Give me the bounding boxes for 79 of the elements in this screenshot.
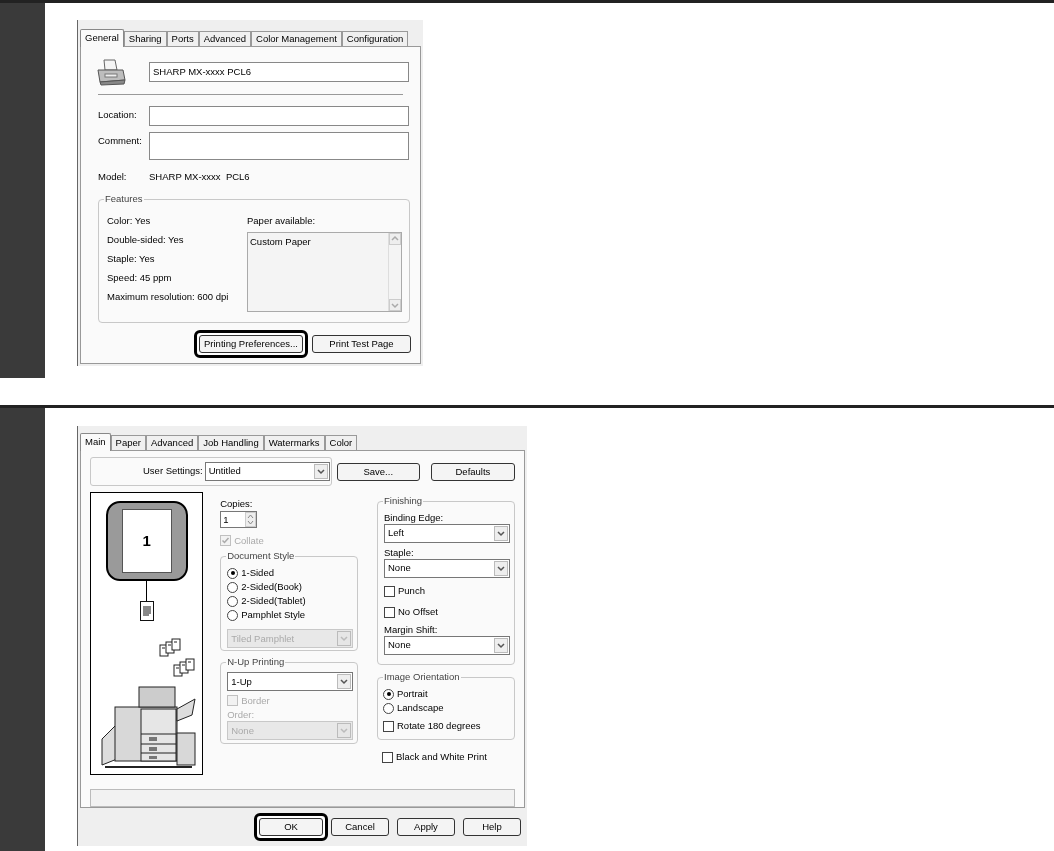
button[interactable]: Help (463, 818, 521, 836)
dropdown[interactable]: Untitled (204, 462, 330, 481)
tab[interactable]: General (80, 29, 124, 47)
page-number: 1 (142, 530, 151, 551)
dropdown[interactable]: None (384, 636, 510, 655)
tab[interactable]: Job Handling (198, 435, 264, 450)
dropdown[interactable]: None (384, 559, 510, 578)
group-title: Image Orientation (383, 671, 461, 683)
label: Color: Yes (107, 215, 152, 227)
button[interactable]: Cancel (331, 818, 389, 836)
label: Double-sided: Yes (107, 234, 185, 246)
field-label: Model: (98, 170, 128, 184)
checkbox[interactable] (382, 752, 393, 763)
label: Binding Edge: (384, 511, 445, 524)
model-name: SHARP MX-xxxx PCL6 (149, 170, 250, 184)
sheet-stack-icon (172, 657, 197, 677)
checkbox[interactable] (383, 721, 394, 732)
tab[interactable]: Ports (166, 31, 199, 46)
tab[interactable]: Advanced (145, 435, 199, 450)
radio-button[interactable] (383, 702, 394, 714)
input-field[interactable] (149, 106, 409, 126)
checkbox-label: Collate (234, 533, 264, 548)
radio-label: 1-Sided (241, 566, 274, 581)
group-title: N-Up Printing (226, 656, 286, 669)
radio-label: Portrait (397, 686, 428, 701)
button[interactable]: Save... (336, 462, 420, 481)
tab[interactable]: Color Management (251, 31, 342, 46)
checkbox[interactable] (384, 586, 395, 597)
radio-button[interactable] (383, 688, 394, 700)
button[interactable]: OK (254, 813, 328, 841)
label: Staple: (384, 546, 415, 559)
radio-button[interactable] (227, 609, 239, 621)
list-item[interactable]: Custom Paper (250, 235, 386, 250)
field-label: Comment: (98, 134, 143, 148)
tab[interactable]: Main (80, 433, 111, 451)
printer-name-field[interactable]: SHARP MX-xxxx PCL6 (149, 62, 409, 82)
checkbox-label: Black and White Print (396, 750, 487, 765)
tab[interactable]: Advanced (198, 31, 251, 46)
dropdown[interactable]: 1-Up (227, 672, 354, 692)
group-title: Document Style (226, 550, 296, 563)
checkbox[interactable] (384, 607, 395, 618)
button[interactable]: Print Test Page (312, 335, 411, 354)
paper-list[interactable]: Custom Paper (247, 232, 402, 313)
label: User Settings: (143, 464, 203, 479)
field-label: Location: (98, 108, 138, 122)
tab[interactable]: Paper (110, 435, 146, 450)
radio-label: 2-Sided(Tablet) (241, 594, 306, 609)
copies-spinner[interactable]: 1 (220, 511, 258, 529)
group-title: Finishing (383, 495, 424, 507)
radio-button[interactable] (227, 567, 239, 579)
tab[interactable]: Sharing (123, 31, 167, 46)
label: Maximum resolution: 600 dpi (107, 291, 230, 303)
radio-button[interactable] (227, 595, 239, 607)
radio-label: Landscape (397, 700, 444, 715)
document-icon (139, 601, 154, 621)
checkbox-label: Rotate 180 degrees (397, 719, 481, 734)
label: Order: (227, 708, 256, 722)
tab[interactable]: Configuration (341, 31, 409, 46)
dropdown[interactable]: Left (384, 524, 510, 543)
radio-label: Pamphlet Style (241, 608, 306, 623)
checkbox-label: Punch (398, 584, 425, 599)
radio-button[interactable] (227, 581, 239, 593)
button[interactable]: Apply (397, 818, 455, 836)
label: Margin Shift: (384, 623, 439, 636)
label: Paper available: (247, 215, 317, 227)
radio-label: 2-Sided(Book) (241, 580, 302, 595)
tab[interactable]: Color (324, 435, 358, 450)
checkbox-label: Border (241, 693, 270, 708)
label: Speed: 45 ppm (107, 272, 173, 284)
button[interactable]: Printing Preferences... (194, 330, 308, 359)
label: Staple: Yes (107, 253, 156, 265)
label: Copies: (220, 497, 254, 511)
input-field[interactable] (149, 132, 409, 160)
spin-arrows-icon[interactable] (245, 512, 257, 528)
tab[interactable]: Watermarks (263, 435, 325, 450)
button[interactable]: Defaults (430, 462, 515, 481)
sheet-stack-icon (158, 637, 183, 657)
checkbox-label: No Offset (398, 605, 438, 620)
printer-icon (96, 58, 126, 86)
